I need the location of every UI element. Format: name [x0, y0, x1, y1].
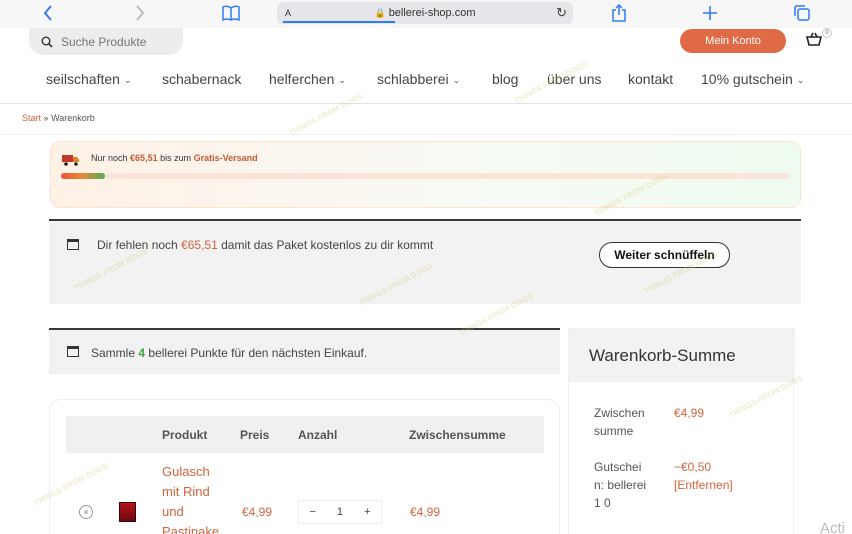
address-bar[interactable]: A 🔒 bellerei-shop.com ↻	[277, 2, 573, 24]
column-header-quantity: Anzahl	[298, 428, 338, 442]
lock-icon: 🔒	[374, 7, 386, 18]
search-box[interactable]	[29, 28, 183, 55]
chevron-right-icon[interactable]	[132, 3, 148, 23]
shopping-basket-icon[interactable]	[805, 32, 823, 50]
shipping-amount: €65,51	[130, 153, 158, 163]
search-input[interactable]	[61, 34, 171, 49]
points-count: 4	[138, 346, 146, 360]
info-suffix: damit das Paket kostenlos zu dir kommt	[221, 238, 434, 252]
nav-item-gutschein[interactable]: 10% gutschein ⌄	[701, 71, 804, 87]
shipping-target: Gratis-Versand	[193, 153, 258, 163]
calendar-icon	[67, 346, 79, 357]
points-notice: Sammle 4 bellerei Punkte für den nächste…	[49, 328, 560, 374]
points-suffix: bellerei Punkte für den nächsten Einkauf…	[148, 346, 368, 360]
product-name-link[interactable]: Gulasch mit Rind und Pastinake	[162, 462, 224, 534]
nav-label: kontakt	[628, 71, 674, 87]
plus-icon[interactable]	[702, 3, 718, 23]
column-header-product: Produkt	[162, 428, 208, 442]
column-header-price: Preis	[240, 428, 270, 442]
free-shipping-notice: Nur noch €65,51 bis zum Gratis-Versand	[50, 141, 801, 208]
nav-label: helferchen	[269, 71, 335, 87]
chevron-down-icon: ⌄	[452, 75, 461, 85]
activate-windows-text: Acti	[820, 520, 846, 534]
divider	[0, 134, 852, 135]
nav-item-schabernack[interactable]: schabernack	[162, 71, 241, 87]
product-price: €4,99	[242, 505, 273, 519]
quantity-minus-button[interactable]: −	[299, 506, 326, 518]
breadcrumb-start-link[interactable]: Start	[22, 113, 41, 123]
main-navigation: seilschaften ⌄ schabernack helferchen ⌄ sc…	[0, 71, 852, 89]
product-thumbnail[interactable]	[119, 502, 136, 522]
nav-label: schlabberei	[377, 71, 449, 87]
breadcrumb-separator: »	[43, 113, 49, 123]
cart-totals: Warenkorb-Summe Zwischen summe €4,99 Gut…	[568, 328, 795, 534]
shipping-middle: bis zum	[160, 153, 192, 163]
breadcrumb-current: Warenkorb	[51, 113, 95, 123]
share-icon[interactable]	[610, 3, 628, 23]
url-text: bellerei-shop.com	[388, 7, 476, 19]
shipping-progress-bar	[61, 173, 790, 179]
subtotal-label: Zwischen summe	[594, 406, 645, 438]
cart-totals-title: Warenkorb-Summe	[589, 346, 736, 365]
nav-item-kontakt[interactable]: kontakt	[628, 71, 673, 87]
nav-item-blog[interactable]: blog	[492, 71, 518, 87]
cart-totals-header: Warenkorb-Summe	[569, 329, 795, 382]
table-header: Produkt Preis Anzahl Zwischensumme	[66, 416, 544, 453]
browser-toolbar: A 🔒 bellerei-shop.com ↻	[0, 0, 852, 28]
site-header: Mein Konto 0 seilschaften⌄ schabernack h…	[0, 28, 852, 104]
nav-label: schabernack	[162, 71, 242, 87]
text-size-button[interactable]: A	[285, 8, 291, 18]
points-prefix: Sammle	[91, 346, 136, 360]
quantity-stepper[interactable]: − 1 +	[298, 500, 382, 524]
shipping-notice-text: Nur noch €65,51 bis zum Gratis-Versand	[91, 153, 258, 163]
truck-icon	[62, 153, 80, 169]
nav-label: blog	[492, 71, 519, 87]
my-account-button[interactable]: Mein Konto	[680, 29, 786, 53]
calendar-icon	[67, 239, 79, 250]
chevron-left-icon[interactable]	[40, 3, 56, 23]
search-icon	[41, 36, 53, 48]
reload-icon[interactable]: ↻	[556, 5, 567, 21]
nav-label: seilschaften	[46, 71, 120, 87]
chevron-down-icon: ⌄	[123, 75, 132, 85]
shipping-progress-fill	[61, 173, 105, 179]
cart-count-badge: 0	[822, 28, 832, 38]
tabs-icon[interactable]	[793, 3, 811, 23]
remove-item-icon[interactable]: ×	[79, 505, 93, 519]
nav-item-schlabberei[interactable]: schlabberei ⌄	[377, 71, 460, 87]
coupon-value: −€0,50	[674, 460, 712, 474]
points-text: Sammle 4 bellerei Punkte für den nächste…	[91, 346, 367, 360]
info-amount: €65,51	[181, 238, 218, 252]
nav-item-helferchen[interactable]: helferchen ⌄	[269, 71, 346, 87]
coupon-remove-link[interactable]: [Entfernen]	[674, 476, 733, 494]
subtotal-value: €4,99	[674, 406, 705, 420]
shipping-prefix: Nur noch	[91, 153, 128, 163]
shipping-info-box: Dir fehlen noch €65,51 damit das Paket k…	[49, 219, 801, 304]
cart-table: Produkt Preis Anzahl Zwischensumme × Gul…	[49, 399, 560, 534]
chevron-down-icon: ⌄	[796, 75, 805, 85]
coupon-label: Gutschei n: bellerei1 0	[594, 460, 647, 510]
column-header-subtotal: Zwischensumme	[409, 428, 506, 442]
page-load-progress	[283, 21, 395, 23]
nav-label: 10% gutschein	[701, 71, 793, 87]
nav-item-seilschaften[interactable]: seilschaften ⌄	[46, 71, 131, 87]
chevron-down-icon: ⌄	[338, 75, 346, 85]
product-subtotal: €4,99	[410, 505, 441, 519]
breadcrumb: Start » Warenkorb	[22, 113, 95, 123]
book-icon[interactable]	[221, 3, 241, 23]
quantity-input[interactable]: 1	[326, 506, 353, 518]
quantity-plus-button[interactable]: +	[354, 506, 381, 518]
